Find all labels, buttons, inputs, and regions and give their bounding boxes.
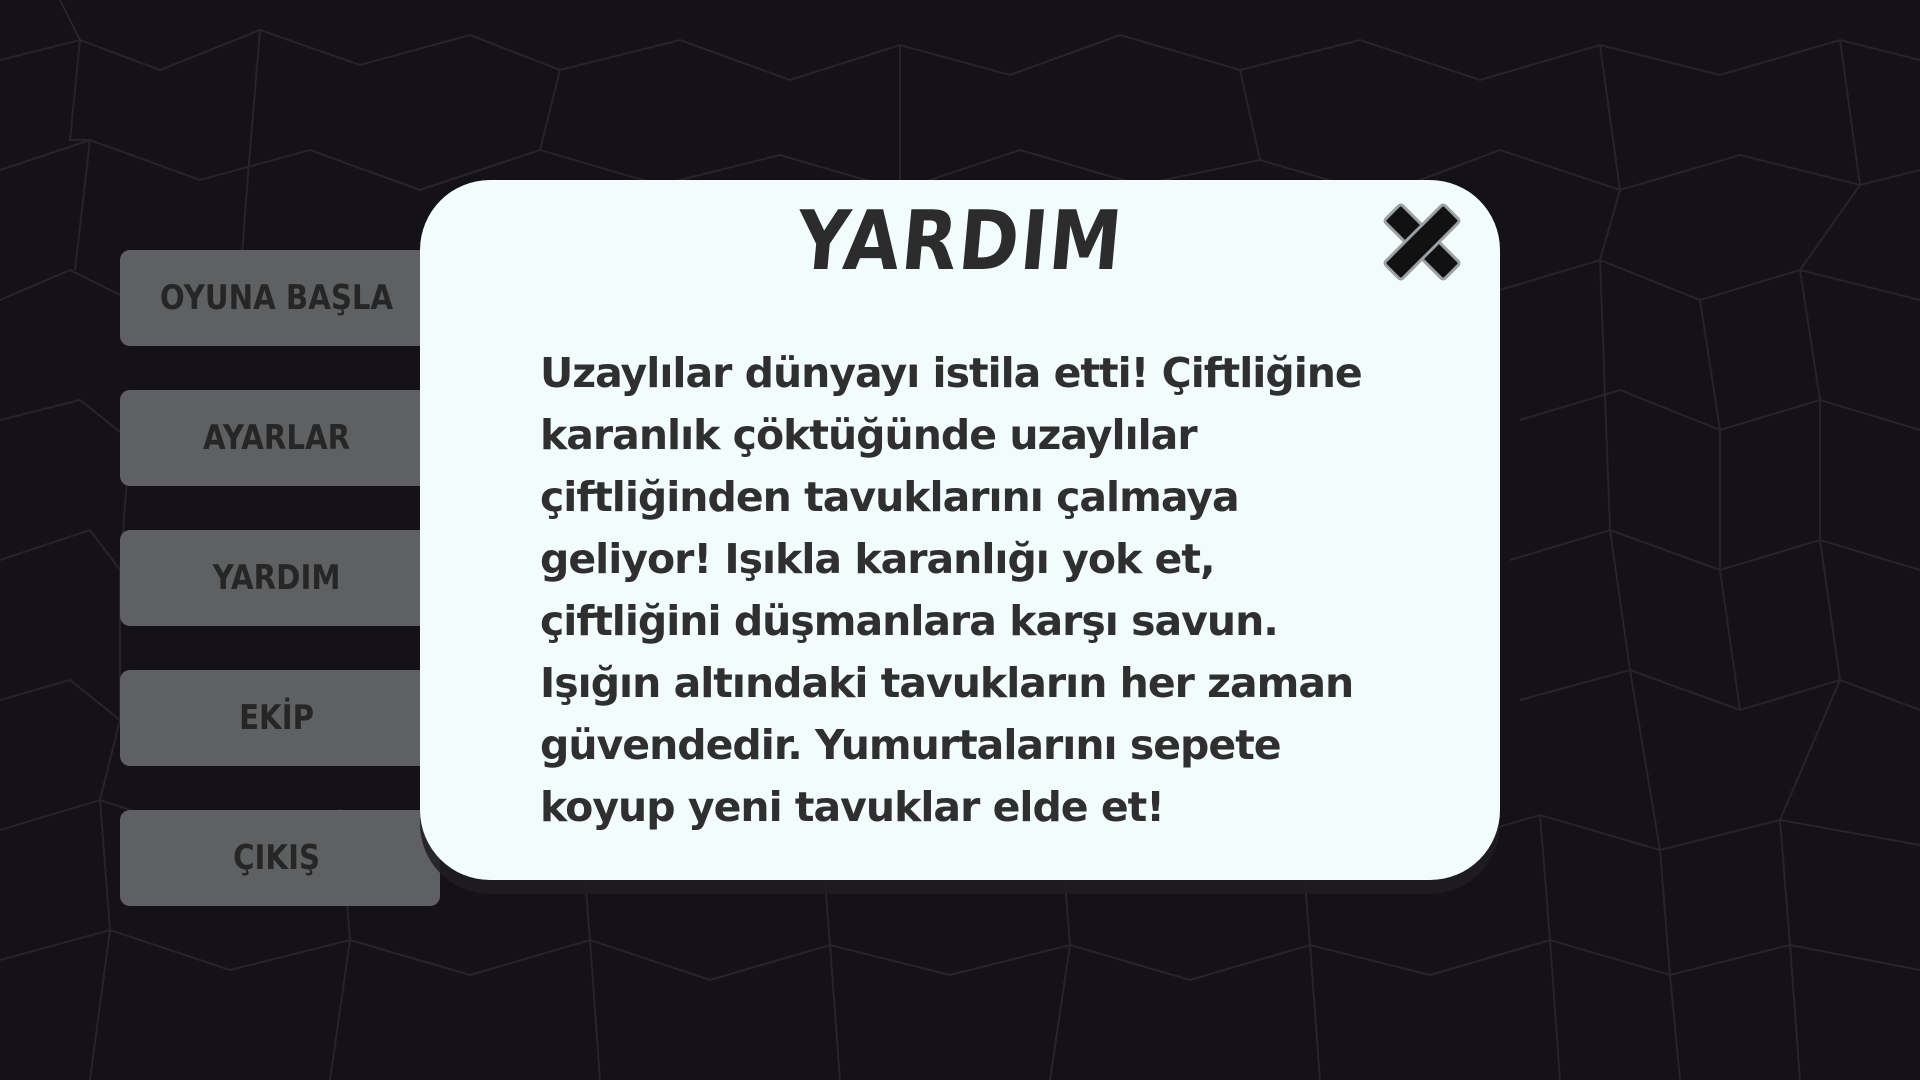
team-button[interactable]: EKİP [120,670,440,766]
help-text: Uzaylılar dünyayı istila etti! Çiftliğin… [540,349,1363,831]
close-button[interactable] [1380,200,1464,284]
start-game-label: OYUNA BAŞLA [159,278,394,318]
settings-button[interactable]: AYARLAR [120,390,440,486]
close-x-icon [1383,203,1461,281]
help-label: YARDIM [212,558,341,598]
help-dialog: YARDIM Uzaylılar dünyayı istila etti! Çi… [420,180,1500,880]
exit-label: ÇIKIŞ [233,838,321,878]
dialog-title: YARDIM [792,194,1128,289]
settings-label: AYARLAR [202,418,351,458]
start-game-button[interactable]: OYUNA BAŞLA [120,250,440,346]
team-label: EKİP [239,698,315,738]
exit-button[interactable]: ÇIKIŞ [120,810,440,906]
help-button[interactable]: YARDIM [120,530,440,626]
